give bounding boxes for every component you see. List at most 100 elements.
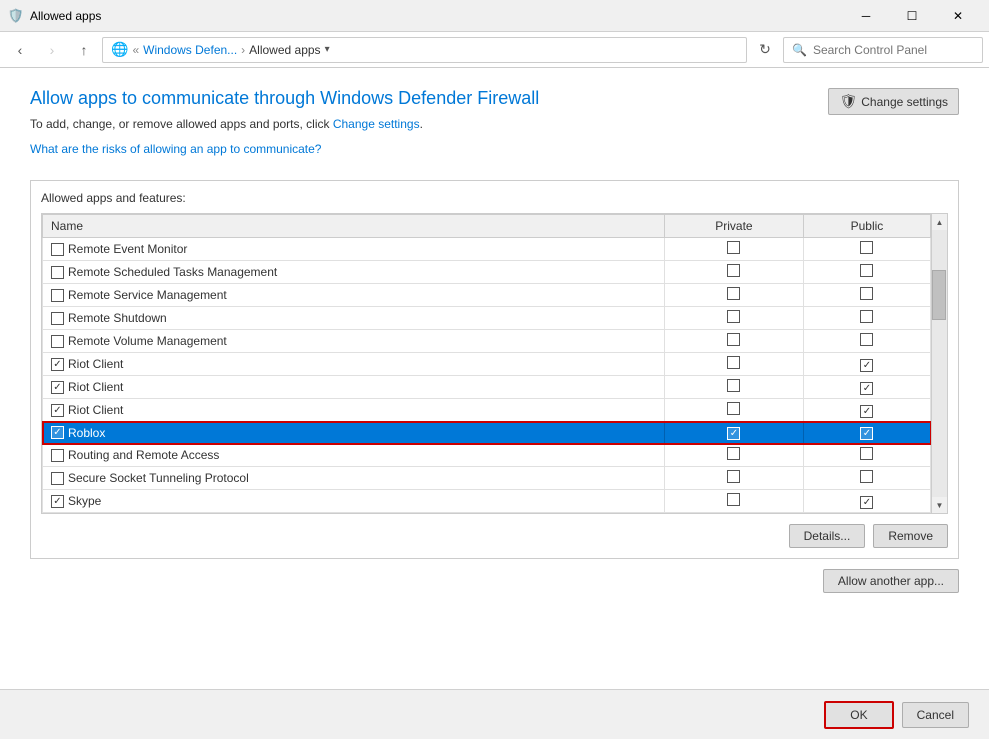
app-name-cell: Remote Volume Management [43,330,665,353]
public-checkbox[interactable] [860,359,873,372]
private-checkbox[interactable] [727,356,740,369]
table-row[interactable]: Secure Socket Tunneling Protocol [43,467,931,490]
public-cell[interactable] [803,399,930,422]
private-cell[interactable] [664,490,803,513]
private-checkbox[interactable] [727,241,740,254]
app-checkbox[interactable] [51,358,64,371]
details-button[interactable]: Details... [789,524,866,548]
allow-another-button[interactable]: Allow another app... [823,569,959,593]
private-checkbox[interactable] [727,287,740,300]
private-cell[interactable] [664,399,803,422]
public-cell[interactable] [803,307,930,330]
scroll-down-button[interactable]: ▼ [932,497,948,513]
public-cell[interactable] [803,284,930,307]
app-checkbox[interactable] [51,243,64,256]
private-checkbox[interactable] [727,427,740,440]
private-checkbox[interactable] [727,493,740,506]
table-row[interactable]: Remote Service Management [43,284,931,307]
public-cell[interactable] [803,353,930,376]
table-row[interactable]: Skype [43,490,931,513]
address-path[interactable]: 🌐 « Windows Defen... › Allowed apps ▾ [102,37,747,63]
app-checkbox[interactable] [51,472,64,485]
private-cell[interactable] [664,261,803,284]
app-checkbox[interactable] [51,426,64,439]
public-cell[interactable] [803,261,930,284]
public-checkbox[interactable] [860,496,873,509]
public-checkbox[interactable] [860,447,873,460]
cancel-button[interactable]: Cancel [902,702,969,728]
table-row[interactable]: Roblox [43,422,931,444]
public-checkbox[interactable] [860,427,873,440]
public-checkbox[interactable] [860,405,873,418]
address-bar: ‹ › ↑ 🌐 « Windows Defen... › Allowed app… [0,32,989,68]
private-checkbox[interactable] [727,264,740,277]
ok-button[interactable]: OK [824,701,893,729]
path-parent[interactable]: Windows Defen... [143,43,237,57]
app-checkbox[interactable] [51,381,64,394]
private-checkbox[interactable] [727,470,740,483]
scroll-thumb[interactable] [932,270,946,320]
app-checkbox[interactable] [51,312,64,325]
scroll-up-button[interactable]: ▲ [932,214,948,230]
public-cell[interactable] [803,422,930,444]
public-cell[interactable] [803,490,930,513]
app-checkbox[interactable] [51,449,64,462]
app-name-cell: Riot Client [43,376,665,399]
path-chevron-icon[interactable]: ▾ [325,44,330,55]
private-cell[interactable] [664,284,803,307]
public-checkbox[interactable] [860,310,873,323]
table-row[interactable]: Remote Volume Management [43,330,931,353]
forward-button[interactable]: › [38,36,66,64]
private-cell[interactable] [664,467,803,490]
table-row[interactable]: Remote Event Monitor [43,238,931,261]
app-checkbox[interactable] [51,335,64,348]
remove-button[interactable]: Remove [873,524,948,548]
private-checkbox[interactable] [727,333,740,346]
public-cell[interactable] [803,330,930,353]
private-checkbox[interactable] [727,402,740,415]
app-checkbox[interactable] [51,404,64,417]
change-settings-link[interactable]: Change settings [333,117,420,131]
private-checkbox[interactable] [727,310,740,323]
private-cell[interactable] [664,238,803,261]
table-row[interactable]: Remote Scheduled Tasks Management [43,261,931,284]
public-cell[interactable] [803,376,930,399]
public-checkbox[interactable] [860,264,873,277]
private-cell[interactable] [664,307,803,330]
maximize-button[interactable]: ☐ [889,0,935,32]
up-button[interactable]: ↑ [70,36,98,64]
public-checkbox[interactable] [860,287,873,300]
search-box[interactable]: 🔍 [783,37,983,63]
public-checkbox[interactable] [860,382,873,395]
table-row[interactable]: Routing and Remote Access [43,444,931,467]
public-checkbox[interactable] [860,241,873,254]
app-checkbox[interactable] [51,495,64,508]
private-checkbox[interactable] [727,447,740,460]
public-checkbox[interactable] [860,333,873,346]
table-row[interactable]: Riot Client [43,353,931,376]
public-cell[interactable] [803,467,930,490]
public-checkbox[interactable] [860,470,873,483]
private-cell[interactable] [664,444,803,467]
scroll-track[interactable] [932,230,947,497]
private-cell[interactable] [664,330,803,353]
app-checkbox[interactable] [51,266,64,279]
app-checkbox[interactable] [51,289,64,302]
scrollbar[interactable]: ▲ ▼ [932,213,948,514]
private-checkbox[interactable] [727,379,740,392]
public-cell[interactable] [803,238,930,261]
risks-link[interactable]: What are the risks of allowing an app to… [30,142,321,156]
private-cell[interactable] [664,376,803,399]
table-row[interactable]: Riot Client [43,376,931,399]
public-cell[interactable] [803,444,930,467]
change-settings-button[interactable]: 🛡 Change settings [828,88,959,115]
search-input[interactable] [813,43,974,57]
back-button[interactable]: ‹ [6,36,34,64]
close-button[interactable]: ✕ [935,0,981,32]
refresh-button[interactable]: ↻ [751,36,779,64]
private-cell[interactable] [664,422,803,444]
table-row[interactable]: Riot Client [43,399,931,422]
private-cell[interactable] [664,353,803,376]
table-row[interactable]: Remote Shutdown [43,307,931,330]
minimize-button[interactable]: ─ [843,0,889,32]
